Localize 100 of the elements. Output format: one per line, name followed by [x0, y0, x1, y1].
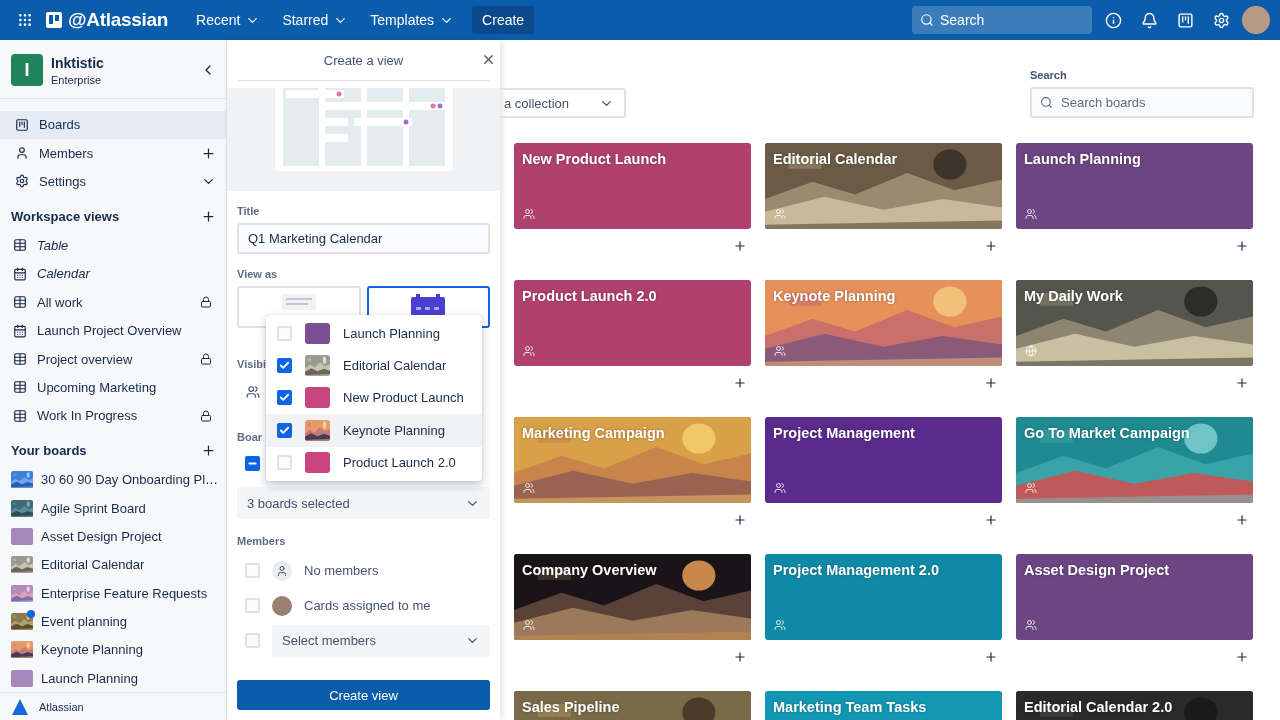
- menu-button[interactable]: Recent: [188, 6, 269, 34]
- close-icon: [481, 52, 496, 67]
- board-item[interactable]: Asset Design Project: [0, 522, 226, 551]
- search-field[interactable]: Search boards: [1030, 87, 1254, 118]
- settings-icon: [1212, 11, 1230, 29]
- collection-select[interactable]: a collection: [500, 88, 626, 118]
- plus-icon: [733, 376, 747, 390]
- view-item[interactable]: Work In Progress: [0, 401, 226, 431]
- view-item[interactable]: Calendar: [0, 259, 226, 289]
- board-checkbox[interactable]: [277, 422, 292, 438]
- team-icon: [1025, 619, 1037, 631]
- title-input[interactable]: Q1 Marketing Calendar: [237, 223, 490, 254]
- table-icon: [281, 294, 316, 310]
- settings-icon: [15, 174, 29, 189]
- board-checkbox[interactable]: [277, 390, 292, 406]
- sidebar-item[interactable]: Settings: [0, 167, 226, 196]
- board-title: My Daily Work: [1024, 288, 1123, 304]
- board-item[interactable]: Editorial Calendar: [0, 550, 226, 580]
- plus-icon: [1235, 513, 1249, 527]
- board-option[interactable]: Editorial Calendar: [266, 349, 482, 382]
- board-checkbox[interactable]: [277, 358, 292, 374]
- team-icon: [246, 384, 260, 399]
- check-icon: [279, 424, 290, 436]
- board-option[interactable]: Product Launch 2.0: [266, 446, 482, 479]
- board-title: New Product Launch: [522, 151, 667, 167]
- board-card[interactable]: Product Launch 2.0: [514, 280, 751, 366]
- brand-name[interactable]: @Atlassian: [68, 9, 168, 31]
- grid-icon: [17, 12, 33, 28]
- board-card[interactable]: Asset Design Project: [1016, 554, 1253, 640]
- plus-icon: [733, 239, 747, 253]
- add-icon[interactable]: [201, 443, 216, 459]
- member-checkbox[interactable]: [245, 563, 260, 578]
- team-icon: [774, 482, 786, 494]
- create-button[interactable]: Create: [472, 6, 535, 34]
- board-card[interactable]: Company Overview: [514, 554, 751, 640]
- board-item[interactable]: 30 60 90 Day Onboarding Pl…: [0, 465, 226, 495]
- board-checkbox[interactable]: [277, 455, 292, 471]
- board-checkbox[interactable]: [277, 325, 292, 341]
- board-item[interactable]: Launch Planning: [0, 663, 226, 693]
- boards-select[interactable]: 3 boards selected: [237, 487, 490, 519]
- team-icon: [523, 482, 535, 494]
- plus-icon: [1235, 376, 1249, 390]
- board-item[interactable]: Enterprise Feature Requests: [0, 579, 226, 608]
- section-heading: Your boards: [11, 443, 87, 459]
- table-icon: [13, 380, 27, 395]
- board-card[interactable]: Project Management: [765, 417, 1002, 503]
- view-item[interactable]: Upcoming Marketing: [0, 373, 226, 402]
- triangle-logo-icon: [11, 697, 29, 716]
- sidebar-item[interactable]: Boards: [0, 110, 226, 140]
- member-option: Cards assigned to me: [304, 598, 431, 613]
- avatar: [272, 595, 292, 616]
- board-option[interactable]: Launch Planning: [266, 317, 482, 350]
- board-title: Sales Pipeline: [522, 699, 620, 715]
- board-title: Product Launch 2.0: [522, 288, 657, 304]
- board-card[interactable]: Go To Market Campaign: [1016, 417, 1253, 503]
- close-button[interactable]: [481, 52, 496, 67]
- select-all-checkbox[interactable]: [245, 455, 260, 471]
- board-option[interactable]: Keynote Planning: [266, 414, 482, 447]
- menu-button[interactable]: Starred: [274, 6, 357, 34]
- team-icon: [1025, 208, 1037, 220]
- board-card[interactable]: New Product Launch: [514, 143, 751, 229]
- field-label: Title: [237, 205, 260, 217]
- members-select[interactable]: Select members: [272, 624, 490, 657]
- field-label: View as: [237, 268, 278, 280]
- view-item[interactable]: Launch Project Overview: [0, 316, 226, 345]
- menu-button[interactable]: Templates: [362, 6, 463, 34]
- avatar[interactable]: [1242, 6, 1270, 34]
- board-card[interactable]: My Daily Work: [1016, 280, 1253, 366]
- board-item[interactable]: Event planning: [0, 607, 226, 636]
- add-icon[interactable]: [201, 145, 216, 161]
- member-checkbox[interactable]: [245, 633, 260, 648]
- search-field[interactable]: Search: [912, 6, 1092, 34]
- info-icon: [1104, 11, 1122, 29]
- workspace-plan: Enterprise: [51, 73, 103, 86]
- calendar-icon: [13, 323, 27, 338]
- view-item[interactable]: Project overview: [0, 344, 226, 374]
- board-item[interactable]: Agile Sprint Board: [0, 494, 226, 523]
- board-card[interactable]: Project Management 2.0: [765, 554, 1002, 640]
- view-item[interactable]: Table: [0, 231, 226, 260]
- board-option[interactable]: New Product Launch: [266, 381, 482, 415]
- view-item[interactable]: All work: [0, 288, 226, 317]
- member-checkbox[interactable]: [245, 598, 260, 613]
- board-card[interactable]: Editorial Calendar 2.0: [1016, 691, 1253, 720]
- table-icon: [13, 295, 27, 310]
- plus-icon: [984, 513, 998, 527]
- team-icon: [774, 345, 786, 357]
- create-view-button[interactable]: Create view: [237, 680, 490, 710]
- board-card[interactable]: Launch Planning: [1016, 143, 1253, 229]
- board-title: Project Management: [773, 425, 915, 441]
- board-card[interactable]: Editorial Calendar: [765, 143, 1002, 229]
- add-icon[interactable]: [201, 208, 216, 224]
- bell-icon: [1140, 11, 1158, 29]
- board-card[interactable]: Sales Pipeline: [514, 691, 751, 720]
- board-item[interactable]: Keynote Planning: [0, 635, 226, 664]
- sidebar-item[interactable]: Members: [0, 139, 226, 168]
- panel-title: Create a view: [323, 53, 404, 68]
- board-logo-icon: [46, 12, 62, 28]
- field-label: Visibi: [237, 358, 267, 370]
- board-title: Launch Planning: [1024, 151, 1141, 167]
- team-icon: [774, 208, 786, 220]
